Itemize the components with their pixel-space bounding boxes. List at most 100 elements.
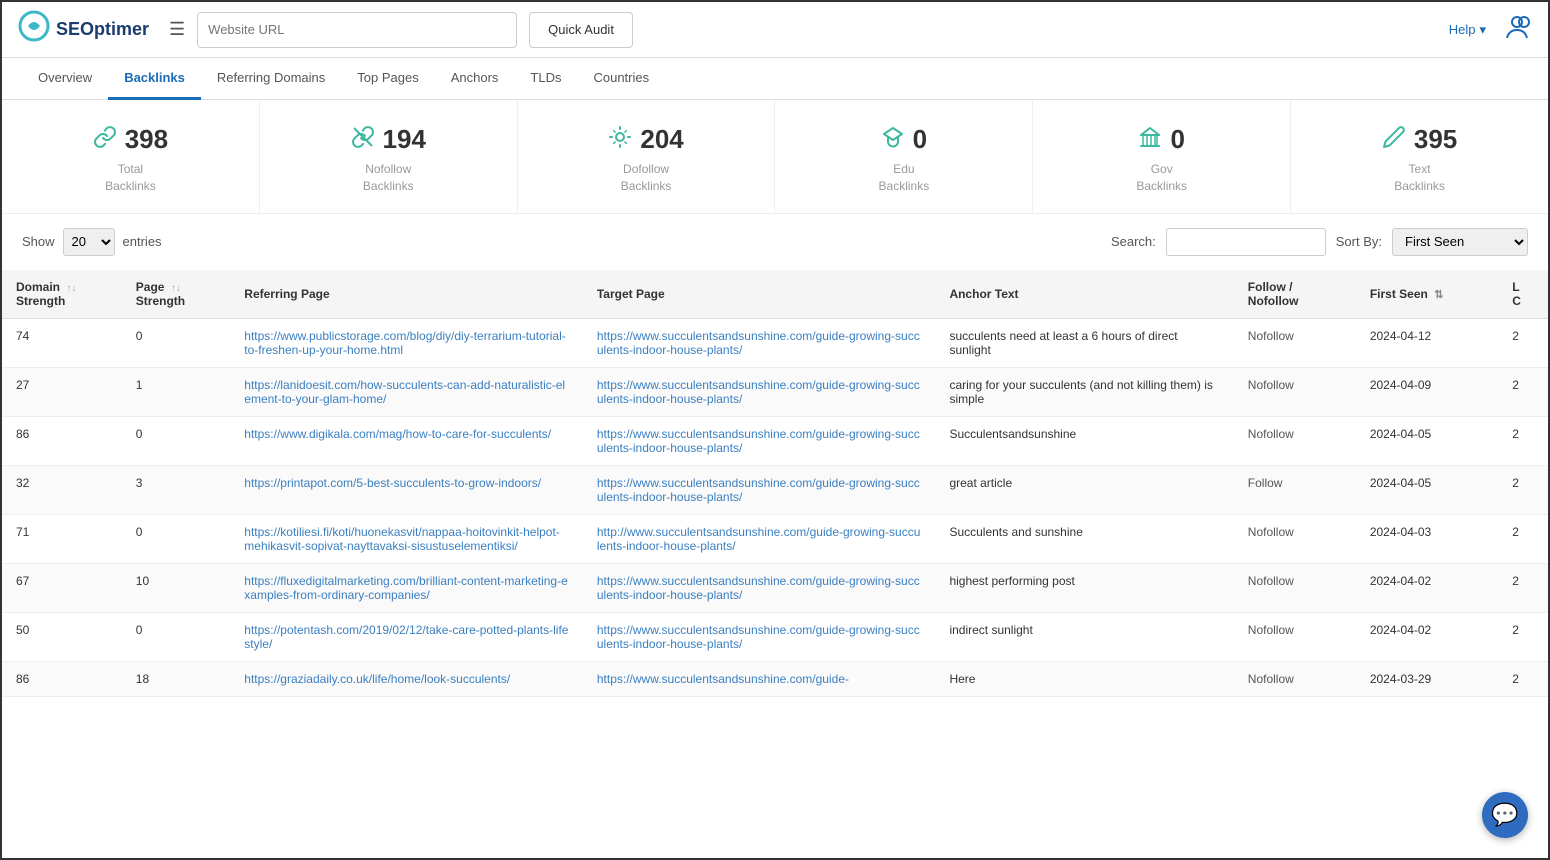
tab-backlinks[interactable]: Backlinks xyxy=(108,58,201,100)
cell-page-strength: 18 xyxy=(122,661,230,696)
cell-target-page[interactable]: https://www.succulentsandsunshine.com/gu… xyxy=(583,661,936,696)
cell-referring-page[interactable]: https://graziadaily.co.uk/life/home/look… xyxy=(230,661,583,696)
target-page-link[interactable]: https://www.succulentsandsunshine.com/gu… xyxy=(597,427,920,455)
referring-page-link[interactable]: https://fluxedigitalmarketing.com/brilli… xyxy=(244,574,567,602)
tab-countries[interactable]: Countries xyxy=(577,58,665,100)
cell-lc: 2 xyxy=(1498,465,1548,514)
cell-follow: Nofollow xyxy=(1234,367,1356,416)
hamburger-menu[interactable]: ☰ xyxy=(169,19,185,40)
cell-domain-strength: 86 xyxy=(2,661,122,696)
stat-total-backlinks: 398 TotalBacklinks xyxy=(2,100,260,213)
search-label: Search: xyxy=(1111,234,1156,249)
cell-domain-strength: 71 xyxy=(2,514,122,563)
cell-page-strength: 0 xyxy=(122,416,230,465)
target-page-link[interactable]: https://www.succulentsandsunshine.com/gu… xyxy=(597,329,920,357)
nofollow-count: 194 xyxy=(383,124,426,155)
cell-referring-page[interactable]: https://lanidoesit.com/how-succulents-ca… xyxy=(230,367,583,416)
total-backlinks-label: TotalBacklinks xyxy=(12,161,249,195)
target-page-link[interactable]: https://www.succulentsandsunshine.com/gu… xyxy=(597,476,920,504)
cell-referring-page[interactable]: https://fluxedigitalmarketing.com/brilli… xyxy=(230,563,583,612)
entries-select[interactable]: 20 10 50 100 xyxy=(63,228,115,256)
cell-anchor-text: indirect sunlight xyxy=(935,612,1233,661)
table-row: 32 3 https://printapot.com/5-best-succul… xyxy=(2,465,1548,514)
tab-referring-domains[interactable]: Referring Domains xyxy=(201,58,341,100)
target-page-link[interactable]: https://www.succulentsandsunshine.com/gu… xyxy=(597,574,920,602)
referring-page-link[interactable]: https://potentash.com/2019/02/12/take-ca… xyxy=(244,623,568,651)
cell-follow: Nofollow xyxy=(1234,318,1356,367)
cell-referring-page[interactable]: https://www.publicstorage.com/blog/diy/d… xyxy=(230,318,583,367)
cell-target-page[interactable]: http://www.succulentsandsunshine.com/gui… xyxy=(583,514,936,563)
cell-domain-strength: 86 xyxy=(2,416,122,465)
search-input[interactable] xyxy=(1166,228,1326,256)
target-page-link[interactable]: http://www.succulentsandsunshine.com/gui… xyxy=(597,525,921,553)
cell-anchor-text: great article xyxy=(935,465,1233,514)
sortby-select[interactable]: First Seen Domain Strength Page Strength xyxy=(1392,228,1528,256)
target-page-link[interactable]: https://www.succulentsandsunshine.com/gu… xyxy=(597,378,920,406)
backlinks-table: Domain ↑↓Strength Page ↑↓Strength Referr… xyxy=(2,270,1548,697)
cell-referring-page[interactable]: https://potentash.com/2019/02/12/take-ca… xyxy=(230,612,583,661)
cell-referring-page[interactable]: https://www.digikala.com/mag/how-to-care… xyxy=(230,416,583,465)
cell-target-page[interactable]: https://www.succulentsandsunshine.com/gu… xyxy=(583,612,936,661)
stat-top-gov: 0 xyxy=(1043,124,1280,155)
target-page-link[interactable]: https://www.succulentsandsunshine.com/gu… xyxy=(597,623,920,651)
tab-top-pages[interactable]: Top Pages xyxy=(341,58,434,100)
cell-anchor-text: highest performing post xyxy=(935,563,1233,612)
table-body: 74 0 https://www.publicstorage.com/blog/… xyxy=(2,318,1548,696)
cell-referring-page[interactable]: https://printapot.com/5-best-succulents-… xyxy=(230,465,583,514)
logo-text: SEOptimer xyxy=(56,19,149,40)
chevron-down-icon: ▾ xyxy=(1479,22,1486,38)
col-header-domain-strength[interactable]: Domain ↑↓Strength xyxy=(2,270,122,319)
table-row: 74 0 https://www.publicstorage.com/blog/… xyxy=(2,318,1548,367)
col-header-first-seen[interactable]: First Seen ⇅ xyxy=(1356,270,1498,319)
cell-page-strength: 10 xyxy=(122,563,230,612)
entries-label: entries xyxy=(123,234,162,249)
referring-page-link[interactable]: https://graziadaily.co.uk/life/home/look… xyxy=(244,672,510,686)
cell-referring-page[interactable]: https://kotiliesi.fi/koti/huonekasvit/na… xyxy=(230,514,583,563)
tab-overview[interactable]: Overview xyxy=(22,58,108,100)
cell-follow: Nofollow xyxy=(1234,612,1356,661)
stat-gov: 0 GovBacklinks xyxy=(1033,100,1291,213)
cell-target-page[interactable]: https://www.succulentsandsunshine.com/gu… xyxy=(583,367,936,416)
tab-anchors[interactable]: Anchors xyxy=(435,58,515,100)
referring-page-link[interactable]: https://lanidoesit.com/how-succulents-ca… xyxy=(244,378,565,406)
stat-dofollow: 204 DofollowBacklinks xyxy=(518,100,776,213)
quick-audit-button[interactable]: Quick Audit xyxy=(529,12,633,48)
tab-tlds[interactable]: TLDs xyxy=(514,58,577,100)
referring-page-link[interactable]: https://www.publicstorage.com/blog/diy/d… xyxy=(244,329,565,357)
dofollow-count: 204 xyxy=(640,124,683,155)
referring-page-link[interactable]: https://printapot.com/5-best-succulents-… xyxy=(244,476,541,490)
header-right: Help ▾ xyxy=(1449,12,1532,48)
text-backlinks-icon xyxy=(1382,125,1406,155)
cell-target-page[interactable]: https://www.succulentsandsunshine.com/gu… xyxy=(583,318,936,367)
table-row: 50 0 https://potentash.com/2019/02/12/ta… xyxy=(2,612,1548,661)
cell-anchor-text: Succulents and sunshine xyxy=(935,514,1233,563)
col-header-lc: LC xyxy=(1498,270,1548,319)
stat-nofollow: 194 NofollowBacklinks xyxy=(260,100,518,213)
col-header-page-strength[interactable]: Page ↑↓Strength xyxy=(122,270,230,319)
cell-lc: 2 xyxy=(1498,661,1548,696)
cell-first-seen: 2024-04-02 xyxy=(1356,612,1498,661)
target-page-link[interactable]: https://www.succulentsandsunshine.com/gu… xyxy=(597,672,849,686)
referring-page-link[interactable]: https://www.digikala.com/mag/how-to-care… xyxy=(244,427,551,441)
cell-first-seen: 2024-04-12 xyxy=(1356,318,1498,367)
cell-first-seen: 2024-04-03 xyxy=(1356,514,1498,563)
url-input[interactable] xyxy=(197,12,517,48)
cell-follow: Nofollow xyxy=(1234,563,1356,612)
backlinks-icon xyxy=(93,125,117,155)
edu-label: EduBacklinks xyxy=(785,161,1022,195)
cell-domain-strength: 32 xyxy=(2,465,122,514)
cell-lc: 2 xyxy=(1498,318,1548,367)
cell-lc: 2 xyxy=(1498,612,1548,661)
cell-target-page[interactable]: https://www.succulentsandsunshine.com/gu… xyxy=(583,563,936,612)
gov-label: GovBacklinks xyxy=(1043,161,1280,195)
cell-target-page[interactable]: https://www.succulentsandsunshine.com/gu… xyxy=(583,416,936,465)
chat-bubble[interactable]: 💬 xyxy=(1482,792,1528,838)
logo[interactable]: SEOptimer xyxy=(18,10,149,49)
user-icon[interactable] xyxy=(1502,12,1532,48)
stat-top-total: 398 xyxy=(12,124,249,155)
help-button[interactable]: Help ▾ xyxy=(1449,22,1486,38)
referring-page-link[interactable]: https://kotiliesi.fi/koti/huonekasvit/na… xyxy=(244,525,560,553)
cell-target-page[interactable]: https://www.succulentsandsunshine.com/gu… xyxy=(583,465,936,514)
col-header-target-page: Target Page xyxy=(583,270,936,319)
cell-domain-strength: 50 xyxy=(2,612,122,661)
